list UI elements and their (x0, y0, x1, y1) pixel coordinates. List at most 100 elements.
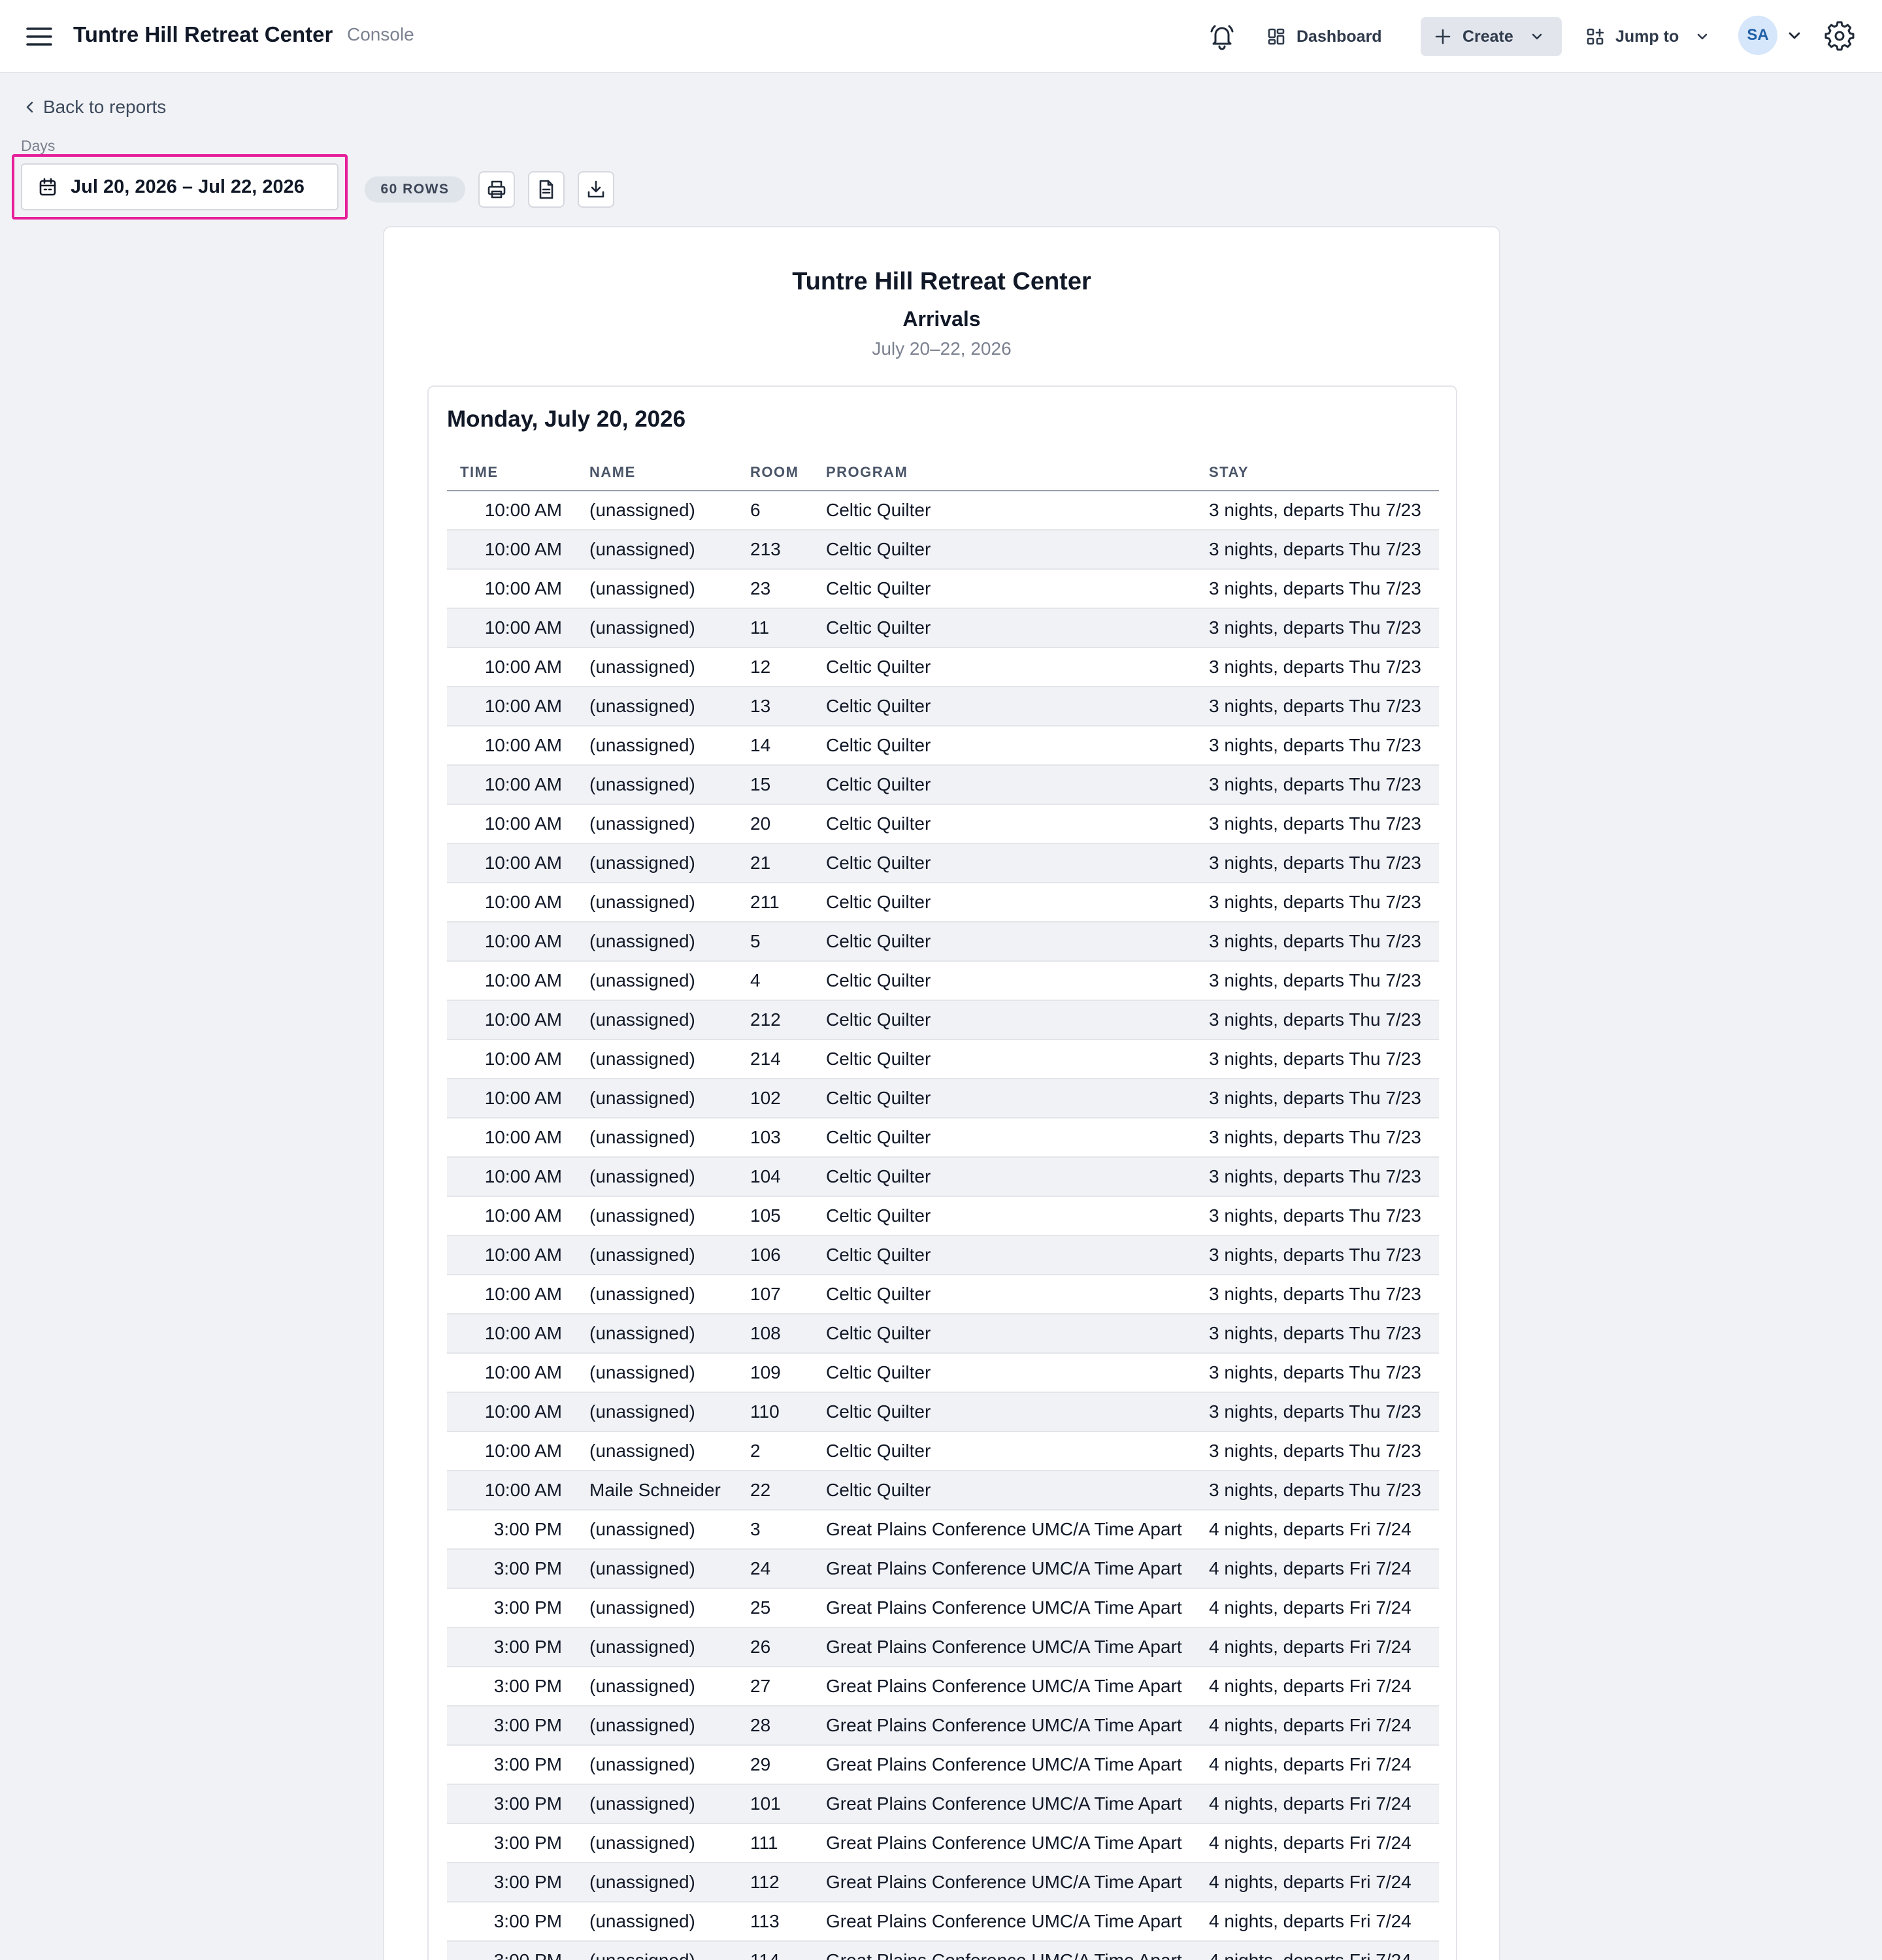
cell-stay: 4 nights, departs Fri 7/24 (1209, 1519, 1412, 1539)
table-row[interactable]: 10:00 AM (unassigned) 106 Celtic Quilter 3 n… (447, 1236, 1439, 1275)
table-row[interactable]: 3:00 PM (unassigned) 27 Great Plains Confer… (447, 1667, 1439, 1707)
table-row[interactable]: 10:00 AM (unassigned) 20 Celtic Quilter 3 ni… (447, 805, 1439, 844)
cell-stay: 3 nights, departs Thu 7/23 (1209, 1480, 1421, 1500)
column-header-program[interactable]: PROGRAM (826, 464, 908, 481)
column-header-name[interactable]: NAME (589, 464, 636, 481)
cell-room: 11 (750, 617, 770, 638)
cell-name: (unassigned) (589, 1049, 695, 1069)
hamburger-menu-icon[interactable] (26, 24, 52, 50)
cell-room: 104 (750, 1166, 781, 1186)
table-row[interactable]: 10:00 AM (unassigned) 103 Celtic Quilter 3 n… (447, 1119, 1439, 1158)
table-row[interactable]: 10:00 AM (unassigned) 21 Celtic Quilter 3 ni… (447, 844, 1439, 883)
create-button[interactable]: Create (1421, 17, 1562, 56)
cell-program: Celtic Quilter (826, 1362, 931, 1382)
cell-time: 10:00 AM (484, 1205, 562, 1226)
table-row[interactable]: 10:00 AM (unassigned) 108 Celtic Quilter 3 n… (447, 1315, 1439, 1354)
table-row[interactable]: 10:00 AM (unassigned) 11 Celtic Quilter 3 ni… (447, 609, 1439, 648)
user-avatar[interactable]: SA (1738, 16, 1777, 55)
cell-time: 10:00 AM (484, 1441, 562, 1461)
table-row[interactable]: 10:00 AM (unassigned) 109 Celtic Quilter 3 n… (447, 1354, 1439, 1393)
table-row[interactable]: 3:00 PM (unassigned) 111 Great Plains Confe… (447, 1824, 1439, 1863)
cell-room: 27 (750, 1676, 771, 1696)
table-row[interactable]: 3:00 PM (unassigned) 25 Great Plains Confer… (447, 1589, 1439, 1628)
cell-program: Great Plains Conference UMC/A Time Apart (826, 1872, 1182, 1892)
table-row[interactable]: 3:00 PM (unassigned) 112 Great Plains Confe… (447, 1863, 1439, 1903)
table-row[interactable]: 10:00 AM (unassigned) 102 Celtic Quilter 3 n… (447, 1079, 1439, 1119)
cell-name: (unassigned) (589, 970, 695, 990)
date-range-picker[interactable]: Jul 20, 2026 – Jul 22, 2026 (21, 163, 338, 210)
jump-to-button[interactable]: Jump to (1587, 17, 1709, 56)
table-row[interactable]: 10:00 AM (unassigned) 14 Celtic Quilter 3 ni… (447, 727, 1439, 766)
cell-name: (unassigned) (589, 1597, 695, 1618)
cell-room: 26 (750, 1637, 771, 1657)
cell-program: Great Plains Conference UMC/A Time Apart (826, 1950, 1182, 1960)
table-row[interactable]: 10:00 AM (unassigned) 2 Celtic Quilter 3 nig… (447, 1432, 1439, 1471)
table-row[interactable]: 10:00 AM (unassigned) 110 Celtic Quilter 3 n… (447, 1393, 1439, 1432)
table-row[interactable]: 3:00 PM (unassigned) 3 Great Plains Confere… (447, 1511, 1439, 1550)
chevron-down-icon[interactable] (1787, 27, 1802, 43)
day-section: Monday, July 20, 2026 TIME NAME ROOM PRO… (427, 385, 1457, 1960)
cell-stay: 3 nights, departs Thu 7/23 (1209, 1009, 1421, 1030)
cell-program: Great Plains Conference UMC/A Time Apart (826, 1833, 1182, 1853)
print-button[interactable] (478, 171, 515, 208)
table-row[interactable]: 3:00 PM (unassigned) 29 Great Plains Confer… (447, 1746, 1439, 1785)
cell-name: (unassigned) (589, 617, 695, 638)
table-row[interactable]: 10:00 AM (unassigned) 5 Celtic Quilter 3 nig… (447, 923, 1439, 962)
table-row[interactable]: 3:00 PM (unassigned) 113 Great Plains Confe… (447, 1903, 1439, 1942)
top-bar: Tuntre Hill Retreat Center Console Dashb… (0, 0, 1882, 73)
table-row[interactable]: 3:00 PM (unassigned) 24 Great Plains Confer… (447, 1550, 1439, 1589)
cell-name: (unassigned) (589, 1911, 695, 1931)
report-sheet: Tuntre Hill Retreat Center Arrivals July… (383, 226, 1500, 1960)
table-row[interactable]: 10:00 AM (unassigned) 13 Celtic Quilter 3 ni… (447, 687, 1439, 727)
document-button[interactable] (528, 171, 565, 208)
cell-stay: 4 nights, departs Fri 7/24 (1209, 1715, 1412, 1735)
cell-time: 10:00 AM (484, 1088, 562, 1108)
cell-program: Celtic Quilter (826, 970, 931, 990)
cell-time: 3:00 PM (493, 1715, 562, 1735)
table-row[interactable]: 10:00 AM (unassigned) 4 Celtic Quilter 3 nig… (447, 962, 1439, 1001)
back-to-reports-link[interactable]: Back to reports (25, 97, 166, 118)
table-row[interactable]: 10:00 AM (unassigned) 15 Celtic Quilter 3 ni… (447, 766, 1439, 805)
cell-program: Celtic Quilter (826, 774, 931, 794)
download-button[interactable] (578, 171, 614, 208)
cell-time: 10:00 AM (484, 1323, 562, 1343)
table-row[interactable]: 10:00 AM (unassigned) 212 Celtic Quilter 3 n… (447, 1001, 1439, 1040)
table-row[interactable]: 10:00 AM (unassigned) 211 Celtic Quilter 3 n… (447, 883, 1439, 923)
table-row[interactable]: 10:00 AM (unassigned) 23 Celtic Quilter 3 ni… (447, 570, 1439, 609)
cell-time: 3:00 PM (493, 1676, 562, 1696)
cell-room: 25 (750, 1597, 771, 1618)
cell-room: 6 (750, 500, 761, 520)
cell-time: 3:00 PM (493, 1597, 562, 1618)
table-row[interactable]: 10:00 AM (unassigned) 214 Celtic Quilter 3 n… (447, 1040, 1439, 1079)
table-row[interactable]: 10:00 AM (unassigned) 12 Celtic Quilter 3 ni… (447, 648, 1439, 687)
table-row[interactable]: 3:00 PM (unassigned) 101 Great Plains Confe… (447, 1785, 1439, 1824)
table-row[interactable]: 3:00 PM (unassigned) 28 Great Plains Confer… (447, 1707, 1439, 1746)
table-row[interactable]: 3:00 PM (unassigned) 114 Great Plains Confe… (447, 1942, 1439, 1960)
gear-icon[interactable] (1824, 21, 1855, 51)
arrivals-table: TIME NAME ROOM PROGRAM STAY 10:00 AM (una… (447, 452, 1439, 1960)
cell-program: Great Plains Conference UMC/A Time Apart (826, 1558, 1182, 1578)
day-title: Monday, July 20, 2026 (447, 406, 686, 432)
column-header-room[interactable]: ROOM (750, 464, 799, 481)
cell-room: 2 (750, 1441, 761, 1461)
bell-icon[interactable] (1208, 22, 1236, 51)
cell-name: (unassigned) (589, 1793, 695, 1814)
cell-room: 12 (750, 657, 771, 677)
table-row[interactable]: 10:00 AM (unassigned) 107 Celtic Quilter 3 n… (447, 1275, 1439, 1315)
table-row[interactable]: 10:00 AM (unassigned) 6 Celtic Quilter 3 nig… (447, 491, 1439, 531)
table-row[interactable]: 10:00 AM (unassigned) 213 Celtic Quilter 3 n… (447, 531, 1439, 570)
cell-name: Maile Schneider (589, 1480, 721, 1500)
table-row[interactable]: 10:00 AM (unassigned) 104 Celtic Quilter 3 n… (447, 1158, 1439, 1197)
cell-room: 22 (750, 1480, 771, 1500)
table-row[interactable]: 10:00 AM (unassigned) 105 Celtic Quilter 3 n… (447, 1197, 1439, 1236)
cell-room: 111 (750, 1833, 778, 1853)
cell-time: 3:00 PM (493, 1754, 562, 1774)
table-row[interactable]: 10:00 AM Maile Schneider 22 Celtic Quilter 3… (447, 1471, 1439, 1511)
cell-room: 103 (750, 1127, 781, 1147)
dashboard-button[interactable]: Dashboard (1268, 17, 1382, 56)
table-row[interactable]: 3:00 PM (unassigned) 26 Great Plains Confer… (447, 1628, 1439, 1667)
column-header-time[interactable]: TIME (460, 464, 499, 481)
cell-time: 10:00 AM (484, 1245, 562, 1265)
column-header-stay[interactable]: STAY (1209, 464, 1249, 481)
cell-stay: 4 nights, departs Fri 7/24 (1209, 1872, 1412, 1892)
